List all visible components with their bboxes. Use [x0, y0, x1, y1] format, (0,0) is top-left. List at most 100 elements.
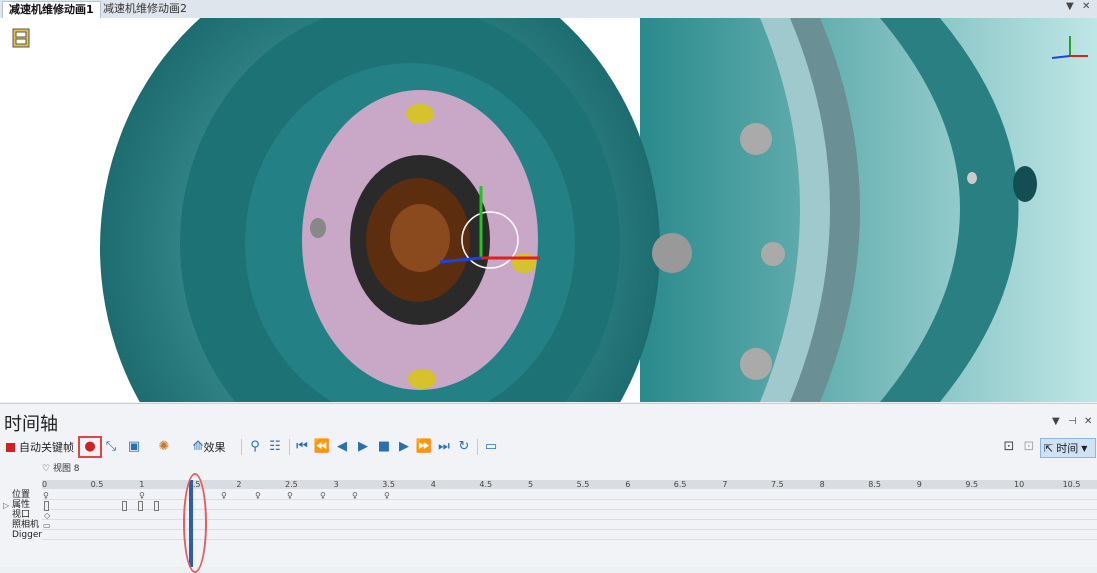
- document-tab-bar: 减速机维修动画1 减速机维修动画2 ▼ ✕: [0, 0, 1097, 19]
- keyframe[interactable]: ♀: [320, 492, 326, 500]
- monitor-icon: ▭: [484, 439, 498, 454]
- track-viewport[interactable]: 视口: [12, 510, 30, 520]
- view-label: ♡ 视图 8: [42, 464, 80, 474]
- effects-icon: ⟰: [192, 439, 204, 454]
- cursor-icon: ⇱: [1044, 441, 1054, 455]
- camera-key[interactable]: ▭: [43, 522, 51, 530]
- rewind-icon: ⏪: [313, 439, 331, 454]
- tab-dropdown-icon[interactable]: ▼: [1066, 1, 1074, 12]
- track-area[interactable]: 位置 属性 视口 照相机 Digger ▷ ♀ ♀ ♀ ♀ ♀ ♀ ♀ ♀ ◇ …: [0, 490, 1097, 567]
- expand-arrow-icon[interactable]: ▷: [3, 502, 9, 510]
- property-key[interactable]: [138, 501, 143, 511]
- set-keyframe-button[interactable]: ●: [78, 436, 102, 458]
- ruler-tick-label: 9: [916, 480, 922, 489]
- property-key[interactable]: [44, 501, 49, 511]
- tab-animation-2[interactable]: 减速机维修动画2: [97, 1, 193, 17]
- ruler-tick-label: 3: [333, 480, 339, 489]
- track-position[interactable]: 位置: [12, 490, 30, 500]
- track-property[interactable]: 属性: [12, 500, 30, 510]
- record-icon: [6, 442, 15, 452]
- preview-button[interactable]: ▭: [482, 438, 500, 456]
- tab-close-icon[interactable]: ✕: [1082, 1, 1090, 12]
- track-digger[interactable]: Digger: [12, 530, 42, 540]
- keyframe[interactable]: ♀: [384, 492, 390, 500]
- auto-key-button[interactable]: 自动关键帧: [4, 438, 76, 456]
- track-camera[interactable]: 照相机: [12, 520, 39, 530]
- ruler-tick-label: 2.5: [285, 480, 298, 489]
- step-back-button[interactable]: ◀: [334, 438, 350, 456]
- go-end-button[interactable]: ⏭: [436, 438, 452, 456]
- ruler-tick-label: 8.5: [868, 480, 881, 489]
- time-mode-label: 时间: [1056, 442, 1079, 455]
- effects-label: 效果: [203, 441, 226, 454]
- fast-forward-button[interactable]: ⏩: [416, 438, 432, 456]
- ruler-tick-label: 1: [139, 480, 145, 489]
- explode-icon: ✺: [158, 439, 170, 454]
- reducer-model-render[interactable]: [0, 18, 1097, 402]
- go-start-button[interactable]: ⏮: [294, 438, 310, 456]
- rewind-button[interactable]: ⏪: [314, 438, 330, 456]
- path-icon: ⤡: [105, 439, 117, 454]
- ruler-tick-label: 6.5: [673, 480, 687, 489]
- stop-button[interactable]: ■: [376, 438, 392, 456]
- ruler-tick-label: 7: [722, 480, 728, 489]
- panel-close-icon[interactable]: ✕: [1084, 416, 1092, 427]
- chevron-down-icon: ▼: [1081, 443, 1088, 453]
- auto-key-label: 自动关键帧: [19, 441, 74, 454]
- keyframe[interactable]: ♀: [352, 492, 358, 500]
- tab-animation-1[interactable]: 减速机维修动画1: [2, 1, 101, 18]
- play-icon: ▶: [358, 439, 368, 454]
- keyframe-icon: ●: [84, 439, 96, 454]
- 3d-viewport[interactable]: [0, 18, 1097, 402]
- timeline-panel: 时间轴 ▼ ⊣ ✕ 自动关键帧 ● ⤡ ▣ ✺ ⟰ 效果 ⚲ ☷ ⏮ ⏪ ◀ ▶…: [0, 403, 1097, 573]
- panel-pin-icon[interactable]: ⊣: [1068, 416, 1077, 427]
- step-forward-icon: ▶: [399, 439, 409, 454]
- property-key[interactable]: [122, 501, 127, 511]
- ruler-tick-label: 5: [528, 480, 534, 489]
- keyframe[interactable]: ♀: [139, 492, 145, 500]
- time-mode-button[interactable]: ⇱ 时间 ▼: [1040, 438, 1096, 458]
- go-end-icon: ⏭: [438, 439, 450, 454]
- path-tool-button[interactable]: ⤡: [102, 438, 120, 456]
- ruler-tick-label: 7.5: [771, 480, 784, 489]
- keyframe[interactable]: ♀: [287, 492, 293, 500]
- zoom-select-button[interactable]: ⊡: [1020, 438, 1038, 456]
- explode-button[interactable]: ✺: [152, 438, 176, 456]
- timeline-title: 时间轴: [4, 414, 58, 435]
- viewport-key[interactable]: ◇: [44, 512, 50, 520]
- ruler-tick-label: 4: [430, 480, 436, 489]
- keyframe[interactable]: ♀: [221, 492, 227, 500]
- keyframe[interactable]: ♀: [43, 492, 49, 500]
- key-tool-button[interactable]: ⚲: [246, 438, 264, 456]
- play-button[interactable]: ▶: [354, 438, 372, 456]
- stop-icon: ■: [377, 439, 391, 454]
- go-start-icon: ⏮: [296, 439, 308, 454]
- list-tool-button[interactable]: ☷: [266, 438, 284, 456]
- fast-forward-icon: ⏩: [415, 439, 433, 454]
- film-icon[interactable]: [12, 28, 30, 48]
- zoom-fit-button[interactable]: ⊡: [1000, 438, 1018, 456]
- zoom-select-icon: ⊡: [1023, 439, 1035, 454]
- ruler-tick-label: 9.5: [965, 480, 979, 489]
- camera-icon: ▣: [127, 439, 141, 454]
- panel-dropdown-icon[interactable]: ▼: [1052, 416, 1060, 427]
- loop-button[interactable]: ↻: [456, 438, 472, 456]
- camera-key-button[interactable]: ▣: [122, 438, 146, 456]
- key-icon: ⚲: [250, 439, 260, 454]
- ruler-tick-label: 8: [819, 480, 825, 489]
- loop-icon: ↻: [458, 439, 470, 454]
- ruler-tick-label: 10.5: [1062, 480, 1081, 489]
- ruler-tick-label: 3.5: [382, 480, 395, 489]
- ruler-tick-label: 2: [236, 480, 242, 489]
- ruler-tick-label: 5.5: [576, 480, 590, 489]
- list-icon: ☷: [269, 439, 281, 454]
- ruler-tick-label: 0: [42, 480, 48, 489]
- ruler-tick-label: 4.5: [479, 480, 493, 489]
- annotation-circle: [183, 473, 207, 573]
- property-key[interactable]: [154, 501, 159, 511]
- ruler-tick-label: 10: [1014, 480, 1025, 489]
- effects-button[interactable]: ⟰ 效果: [184, 438, 234, 456]
- ruler-tick-label: 6: [625, 480, 631, 489]
- step-forward-button[interactable]: ▶: [396, 438, 412, 456]
- keyframe[interactable]: ♀: [255, 492, 261, 500]
